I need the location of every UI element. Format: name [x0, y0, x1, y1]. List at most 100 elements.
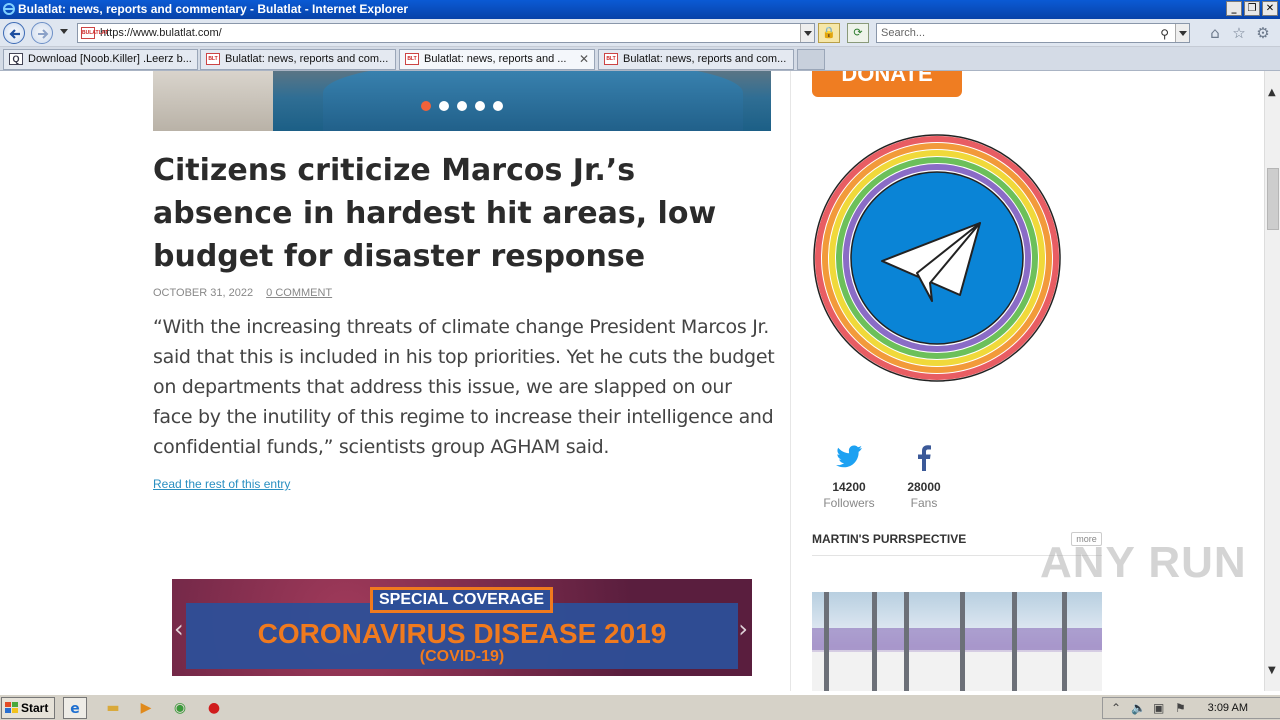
slider-dot-2[interactable] — [439, 101, 449, 111]
address-text: https://www.bulatlat.com/ — [100, 27, 222, 39]
comment-count-link[interactable]: 0 COMMENT — [266, 287, 332, 299]
address-dropdown-button[interactable] — [800, 24, 814, 42]
address-bar[interactable]: BULATLAT https://www.bulatlat.com/ — [77, 23, 815, 43]
search-box[interactable]: Search... ⚲ — [876, 23, 1190, 43]
donate-button[interactable]: DONATE — [812, 71, 962, 97]
page-viewport: Citizens criticize Marcos Jr.’s absence … — [0, 71, 1264, 691]
tab-label: Bulatlat: news, reports and ... — [424, 53, 567, 65]
taskbar-security-icon[interactable]: ● — [202, 697, 226, 719]
system-tray: ⌃ 🔈 ▣ ⚑ 3:09 AM — [1102, 697, 1280, 719]
cartoon-tree — [960, 592, 965, 691]
banner-next-arrow-icon[interactable]: › — [738, 615, 748, 643]
cartoon-thumbnail[interactable] — [812, 592, 1102, 691]
featured-slider-image[interactable] — [153, 71, 771, 131]
banner-subtitle: (COVID-19) — [419, 648, 505, 665]
bulatlat-favicon-icon: BLT — [405, 53, 419, 65]
slider-dot-5[interactable] — [493, 101, 503, 111]
home-icon[interactable]: ⌂ — [1206, 24, 1224, 42]
network-icon[interactable]: ▣ — [1153, 701, 1164, 715]
back-button[interactable] — [3, 22, 25, 44]
clock[interactable]: 3:09 AM — [1208, 702, 1248, 714]
article-excerpt: “With the increasing threats of climate … — [153, 316, 775, 458]
article-headline[interactable]: Citizens criticize Marcos Jr.’s absence … — [153, 149, 763, 278]
tab-bulatlat-active[interactable]: BLT Bulatlat: news, reports and ... ✕ — [399, 49, 595, 70]
banner-prev-arrow-icon[interactable]: ‹ — [174, 615, 184, 643]
window-title-bar: Bulatlat: news, reports and commentary -… — [0, 0, 1280, 19]
search-provider-dropdown[interactable] — [1175, 24, 1189, 42]
banner-tag: SPECIAL COVERAGE — [370, 587, 554, 613]
window-title: Bulatlat: news, reports and commentary -… — [18, 2, 409, 16]
hero-background — [153, 71, 273, 131]
tab-bulatlat-1[interactable]: BLT Bulatlat: news, reports and com... — [200, 49, 396, 70]
slider-dots — [421, 101, 503, 111]
cartoon-tree — [1012, 592, 1017, 691]
read-more-link[interactable]: Read the rest of this entry — [153, 477, 290, 491]
forward-button[interactable] — [31, 22, 53, 44]
article-date: OCTOBER 31, 2022 — [153, 287, 254, 299]
cartoon-lavender-field — [812, 628, 1102, 650]
back-arrow-icon — [9, 29, 20, 39]
scroll-up-icon[interactable]: ▲ — [1268, 87, 1276, 98]
favorites-star-icon[interactable]: ☆ — [1230, 24, 1248, 42]
bulatlat-favicon-icon: BLT — [604, 53, 618, 65]
cartoon-tree — [824, 592, 829, 691]
taskbar-ie-icon[interactable]: e — [63, 697, 87, 719]
twitter-icon — [836, 445, 862, 468]
internet-explorer-icon — [3, 3, 15, 15]
twitter-label: Followers — [823, 496, 875, 510]
banner-title: CORONAVIRUS DISEASE 2019 — [257, 618, 667, 649]
forward-arrow-icon — [38, 29, 49, 39]
close-tab-icon[interactable]: ✕ — [579, 50, 589, 69]
facebook-label: Fans — [910, 496, 938, 510]
tab-label: Bulatlat: news, reports and com... — [623, 53, 787, 65]
slider-dot-4[interactable] — [475, 101, 485, 111]
volume-icon[interactable]: 🔈 — [1131, 701, 1146, 715]
special-coverage-banner[interactable]: SPECIAL COVERAGE CORONAVIRUS DISEASE 201… — [172, 579, 752, 676]
slider-dot-3[interactable] — [457, 101, 467, 111]
cartoon-snow — [812, 652, 1102, 691]
slider-dot-1[interactable] — [421, 101, 431, 111]
tab-label: Bulatlat: news, reports and com... — [225, 53, 389, 65]
scroll-down-icon[interactable]: ▼ — [1268, 665, 1276, 676]
action-center-flag-icon[interactable]: ⚑ — [1175, 701, 1186, 715]
anyrun-watermark: ANY RUN — [1040, 538, 1247, 587]
cartoon-tree — [872, 592, 877, 691]
twitter-widget[interactable]: 14200 Followers — [814, 443, 884, 510]
new-tab-button[interactable] — [797, 49, 825, 70]
recent-pages-dropdown[interactable] — [60, 29, 68, 34]
minimize-button[interactable]: _ — [1226, 1, 1242, 16]
site-favicon-icon: BULATLAT — [81, 27, 108, 39]
cartoon-tree — [904, 592, 909, 691]
hero-subject — [323, 71, 743, 131]
taskbar-explorer-icon[interactable]: ▬ — [101, 697, 125, 719]
search-icon: Q — [9, 53, 23, 65]
scroll-thumb[interactable] — [1267, 168, 1279, 230]
window-controls: _ ❐ ✕ — [1226, 1, 1278, 16]
facebook-count: 28000 — [907, 480, 941, 494]
facebook-widget[interactable]: 28000 Fans — [889, 443, 959, 510]
article-meta: OCTOBER 31, 2022 0 COMMENT — [153, 287, 332, 299]
tab-bulatlat-3[interactable]: BLT Bulatlat: news, reports and com... — [598, 49, 794, 70]
taskbar-chrome-icon[interactable]: ◉ — [168, 697, 192, 719]
restore-button[interactable]: ❐ — [1244, 1, 1260, 16]
telegram-icon[interactable] — [812, 133, 1062, 383]
taskbar-media-player-icon[interactable]: ▶ — [134, 697, 158, 719]
tab-download[interactable]: Q Download [Noob.Killer] .Leerz b... — [3, 49, 198, 70]
section-title: MARTIN'S PURRSPECTIVE — [812, 532, 967, 546]
bulatlat-favicon-icon: BLT — [206, 53, 220, 65]
start-button[interactable]: Start — [1, 697, 55, 719]
cartoon-tree — [1062, 592, 1067, 691]
tab-label: Download [Noob.Killer] .Leerz b... — [28, 53, 192, 65]
settings-gear-icon[interactable]: ⚙ — [1254, 24, 1272, 42]
search-icon[interactable]: ⚲ — [1160, 25, 1169, 43]
donate-label: DONATE — [841, 71, 933, 86]
refresh-button[interactable]: ⟳ — [847, 23, 869, 43]
close-window-button[interactable]: ✕ — [1262, 1, 1278, 16]
twitter-count: 14200 — [832, 480, 866, 494]
tray-expand-icon[interactable]: ⌃ — [1111, 701, 1121, 715]
column-divider — [790, 71, 791, 691]
vertical-scrollbar[interactable]: ▲ ▼ — [1264, 71, 1280, 691]
tab-bar: Q Download [Noob.Killer] .Leerz b... BLT… — [0, 47, 1280, 71]
security-lock-icon[interactable]: 🔒 — [818, 23, 840, 43]
windows-flag-icon — [5, 702, 18, 713]
